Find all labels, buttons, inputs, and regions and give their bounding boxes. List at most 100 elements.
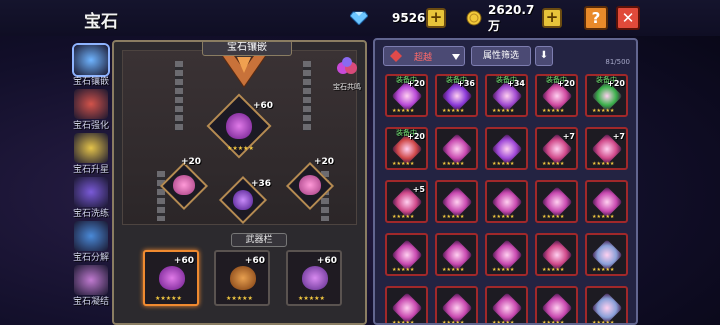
sidebar-item-label: 宝石洗练: [72, 209, 109, 219]
gem-stars: ★★★★★: [542, 267, 565, 273]
sidebar-item[interactable]: 宝石分解: [70, 220, 112, 263]
gem-cell[interactable]: ★★★★★: [485, 286, 528, 323]
gem-icon: [391, 292, 423, 323]
resonance-button[interactable]: 宝石共鸣: [329, 56, 365, 98]
gem-level: +5: [412, 185, 425, 194]
sidebar-item-icon: [74, 45, 108, 75]
weapon-slot-2[interactable]: +60 ★★★★★: [214, 250, 270, 306]
gem-cell[interactable]: ★★★★★: [435, 180, 478, 223]
gem-stars: ★★★★★: [592, 267, 615, 273]
gem-stars: ★★★★★: [492, 267, 515, 273]
gem-icon: [491, 239, 523, 271]
sidebar-item[interactable]: 宝石强化: [70, 88, 112, 131]
weapon-slot-1[interactable]: +60 ★★★★★: [143, 250, 199, 306]
gem-stars: ★★★★★: [542, 214, 565, 220]
right-gem-icon: [299, 175, 321, 195]
weapon-slot-level: +60: [173, 256, 194, 266]
inventory-count: 81/500: [605, 58, 630, 66]
gem-icon: [591, 239, 623, 271]
gem-cell[interactable]: ★★★★★: [535, 180, 578, 223]
gem-icon: [441, 239, 473, 271]
top-gem-stars: ★★★★★: [227, 145, 254, 152]
rarity-filter-value: 超越: [414, 53, 433, 63]
gem-cell[interactable]: +5 ★★★★★: [385, 180, 428, 223]
sidebar-item[interactable]: 宝石镶嵌: [70, 44, 112, 87]
sidebar-item-icon: [74, 221, 108, 251]
sort-button[interactable]: ⬇: [535, 46, 553, 66]
gem-cell[interactable]: 装备中 +20 ★★★★★: [585, 74, 628, 117]
gem-cell[interactable]: ★★★★★: [385, 233, 428, 276]
gem-icon: [491, 186, 523, 218]
help-button[interactable]: ?: [584, 6, 608, 30]
diamond-value: 9526: [392, 11, 426, 25]
gem-cluster-icon: [337, 57, 357, 74]
gem-stars: ★★★★★: [442, 320, 465, 325]
gem-cell[interactable]: 装备中 +20 ★★★★★: [385, 127, 428, 170]
left-gem-level: +20: [181, 157, 202, 167]
sidebar-item[interactable]: 宝石升星: [70, 132, 112, 175]
gem-cell[interactable]: ★★★★★: [585, 180, 628, 223]
gem-stars: ★★★★★: [592, 161, 615, 167]
crest-ornament: [219, 51, 269, 88]
gem-stars: ★★★★★: [442, 108, 465, 114]
gem-cell[interactable]: ★★★★★: [485, 180, 528, 223]
center-gem-level: +36: [251, 179, 272, 189]
gem-icon: [591, 186, 623, 218]
gem-cell[interactable]: ★★★★★: [485, 233, 528, 276]
sidebar-item-icon: [74, 133, 108, 163]
gem-level: +7: [612, 132, 625, 141]
gem-cell[interactable]: 装备中 +20 ★★★★★: [385, 74, 428, 117]
sidebar-item-label: 宝石凝结: [72, 297, 109, 307]
gem-cell[interactable]: ★★★★★: [385, 286, 428, 323]
gem-cell[interactable]: ★★★★★: [585, 233, 628, 276]
gem-stars: ★★★★★: [542, 320, 565, 325]
weapon-slot-stars: ★★★★★: [155, 295, 182, 302]
gem-level: +7: [562, 132, 575, 141]
gem-cell[interactable]: ★★★★★: [585, 286, 628, 325]
weapon-gem-icon: [230, 266, 256, 290]
gem-stars: ★★★★★: [492, 108, 515, 114]
diamond-counter: 9526 +: [350, 8, 446, 28]
sidebar-item-icon: [74, 89, 108, 119]
gold-coin-icon: [466, 10, 482, 26]
chevron-down-icon: [452, 54, 460, 60]
gem-cell[interactable]: 装备中 +36 ★★★★★: [435, 74, 478, 117]
gem-stars: ★★★★★: [392, 267, 415, 273]
weapon-slot-level: +60: [244, 256, 265, 266]
sidebar-item[interactable]: 宝石洗练: [70, 176, 112, 219]
gem-stars: ★★★★★: [492, 214, 515, 220]
gem-level: +20: [407, 132, 425, 141]
gem-icon: [491, 133, 523, 165]
add-diamond-button[interactable]: +: [426, 8, 446, 28]
gem-stars: ★★★★★: [392, 108, 415, 114]
weapon-gem-icon: [159, 266, 185, 290]
gem-cell[interactable]: ★★★★★: [435, 127, 478, 170]
gem-cell[interactable]: +7 ★★★★★: [585, 127, 628, 170]
close-button[interactable]: ✕: [616, 6, 640, 30]
gem-stars: ★★★★★: [392, 161, 415, 167]
gem-stars: ★★★★★: [592, 214, 615, 220]
attribute-filter-button[interactable]: 属性筛选: [471, 46, 531, 66]
gem-cell[interactable]: ★★★★★: [435, 233, 478, 276]
gem-cell[interactable]: ★★★★★: [485, 127, 528, 170]
weapon-bar-label: 武器栏: [231, 233, 287, 247]
chain-decoration: [157, 171, 165, 221]
gem-level: +20: [607, 79, 625, 88]
gold-value: 2620.7万: [488, 2, 535, 33]
gem-cell[interactable]: ★★★★★: [435, 286, 478, 325]
gem-level: +34: [507, 79, 525, 88]
sidebar-item[interactable]: 宝石凝结: [70, 264, 112, 307]
add-gold-button[interactable]: +: [542, 8, 562, 28]
gem-cell[interactable]: 装备中 +34 ★★★★★: [485, 74, 528, 117]
weapon-slot-3[interactable]: +60 ★★★★★: [286, 250, 342, 306]
gem-cell[interactable]: +7 ★★★★★: [535, 127, 578, 170]
diamond-icon: [350, 11, 368, 25]
gem-cell[interactable]: 装备中 +20 ★★★★★: [535, 74, 578, 117]
sidebar-item-label: 宝石镶嵌: [72, 77, 109, 87]
gem-cell[interactable]: ★★★★★: [535, 286, 578, 325]
gem-stars: ★★★★★: [592, 320, 615, 325]
gem-stars: ★★★★★: [442, 161, 465, 167]
rarity-filter-dropdown[interactable]: 超越: [383, 46, 465, 66]
gem-cell[interactable]: ★★★★★: [535, 233, 578, 276]
sidebar-item-label: 宝石分解: [72, 253, 109, 263]
